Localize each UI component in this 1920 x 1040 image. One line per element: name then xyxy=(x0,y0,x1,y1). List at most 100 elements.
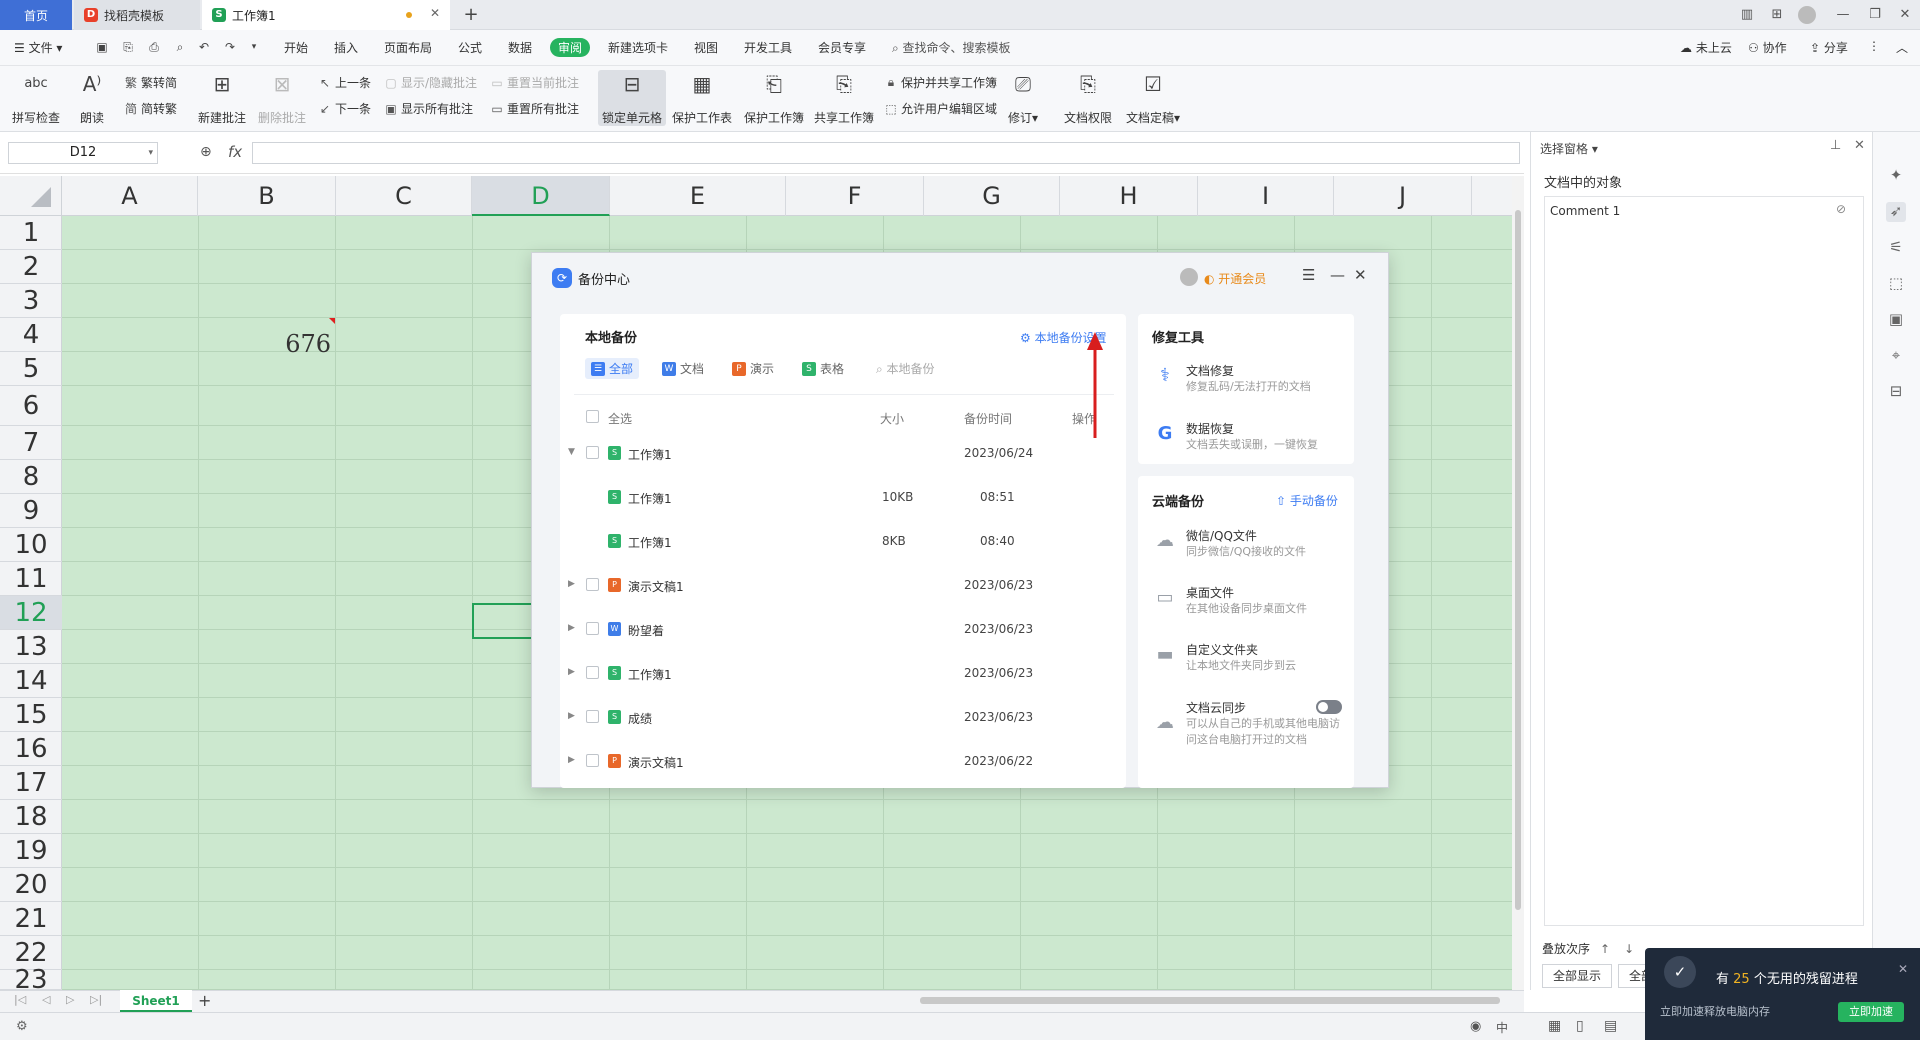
row-header-4[interactable]: 4 xyxy=(0,318,62,352)
menu-data[interactable]: 数据 xyxy=(508,39,532,56)
share-workbook-button[interactable]: ⎘ 共享工作簿 xyxy=(814,70,874,126)
row-header-18[interactable]: 18 xyxy=(0,800,62,834)
menu-insert[interactable]: 插入 xyxy=(334,39,358,56)
spell-check-button[interactable]: abc 拼写检查 xyxy=(12,70,60,126)
lock-cell-button[interactable]: ⊟ 锁定单元格 xyxy=(598,70,667,126)
tab-template[interactable]: D 找稻壳模板 xyxy=(74,0,200,30)
column-header-b[interactable]: B xyxy=(198,176,336,216)
row-checkbox[interactable] xyxy=(586,578,599,591)
filter-sheet[interactable]: S 表格 xyxy=(796,358,850,379)
row-header-20[interactable]: 20 xyxy=(0,868,62,902)
row-checkbox[interactable] xyxy=(586,710,599,723)
menu-new-tab[interactable]: 新建选项卡 xyxy=(608,39,668,56)
magic-icon[interactable]: ✦ xyxy=(1886,166,1906,186)
name-box[interactable]: D12 ▾ xyxy=(8,142,158,164)
dialog-close-icon[interactable]: ✕ xyxy=(1354,266,1367,284)
local-backup-search[interactable]: ⌕ 本地备份 xyxy=(876,360,935,377)
picture-icon[interactable]: ▣ xyxy=(1886,310,1906,330)
cloud-sync-toggle[interactable] xyxy=(1316,700,1342,714)
menu-formula[interactable]: 公式 xyxy=(458,39,482,56)
revise-button[interactable]: ⎚ 修订▾ xyxy=(1008,70,1038,126)
row-header-17[interactable]: 17 xyxy=(0,766,62,800)
dialog-avatar[interactable] xyxy=(1180,268,1198,286)
allow-edit-range-button[interactable]: ⬚ 允许用户编辑区域 xyxy=(884,100,997,117)
doc-cloud-sync-item[interactable]: 文档云同步 xyxy=(1186,699,1246,716)
dialog-minimize-icon[interactable]: — xyxy=(1330,266,1345,284)
backup-file-row[interactable]: S 工作簿1 8KB 08:40 xyxy=(560,520,1126,564)
restore-icon[interactable]: ❐ xyxy=(1864,5,1886,25)
filter-ppt[interactable]: P 演示 xyxy=(726,358,780,379)
expand-arrow-icon[interactable]: ▶ xyxy=(568,579,575,589)
backup-file-row[interactable]: ▶ W 盼望着 2023/06/23 xyxy=(560,608,1126,652)
macro-icon[interactable]: ⚙ xyxy=(16,1019,28,1034)
column-header-d[interactable]: D xyxy=(472,176,610,216)
undo-icon[interactable]: ↶ xyxy=(196,39,212,55)
location-icon[interactable]: ⌖ xyxy=(1886,346,1906,366)
vertical-scroll-thumb[interactable] xyxy=(1515,210,1521,910)
wechat-qq-item[interactable]: 微信/QQ文件 xyxy=(1186,527,1257,544)
zoom-search-icon[interactable]: ⊕ xyxy=(200,144,212,160)
manual-backup-button[interactable]: ⇧ 手动备份 xyxy=(1276,492,1338,509)
protect-workbook-button[interactable]: ⎗ 保护工作簿 xyxy=(744,70,804,126)
close-tab-icon[interactable]: ✕ xyxy=(430,6,440,20)
show-all-button[interactable]: 全部显示 xyxy=(1542,964,1612,988)
save-icon[interactable]: ▣ xyxy=(94,39,110,55)
column-header-g[interactable]: G xyxy=(924,176,1060,216)
horizontal-scroll-thumb[interactable] xyxy=(920,997,1500,1004)
pin-icon[interactable]: ⊥ xyxy=(1830,138,1841,153)
page-layout-view-icon[interactable]: ▯ xyxy=(1576,1018,1584,1034)
backup-file-row[interactable]: S 工作簿1 10KB 08:51 xyxy=(560,476,1126,520)
close-window-icon[interactable]: ✕ xyxy=(1894,5,1916,25)
doc-final-button[interactable]: ☑ 文档定稿▾ xyxy=(1126,70,1180,126)
reset-current-comment-button[interactable]: ▭ 重置当前批注 xyxy=(490,74,579,91)
object-item-comment[interactable]: Comment 1 xyxy=(1550,204,1620,218)
command-search[interactable]: ⌕ 查找命令、搜索模板 xyxy=(892,39,1011,56)
column-header-j[interactable]: J xyxy=(1334,176,1472,216)
tab-workbook[interactable]: S 工作簿1 ✕ xyxy=(202,0,450,30)
custom-folder-item[interactable]: 自定义文件夹 xyxy=(1186,641,1258,658)
row-header-11[interactable]: 11 xyxy=(0,562,62,596)
row-header-9[interactable]: 9 xyxy=(0,494,62,528)
row-header-16[interactable]: 16 xyxy=(0,732,62,766)
collapse-arrow-icon[interactable]: ▼ xyxy=(568,447,575,457)
protect-sheet-button[interactable]: ▦ 保护工作表 xyxy=(672,70,732,126)
visibility-toggle-icon[interactable]: ⊘ xyxy=(1836,202,1846,216)
row-header-14[interactable]: 14 xyxy=(0,664,62,698)
print-preview-icon[interactable]: ⌕ xyxy=(172,39,188,55)
export-pdf-icon[interactable]: ⎘ xyxy=(120,39,136,55)
page-break-view-icon[interactable]: ▤ xyxy=(1604,1018,1617,1034)
doc-repair-item[interactable]: 文档修复 xyxy=(1186,362,1234,379)
select-all-corner[interactable] xyxy=(0,176,62,216)
filter-all[interactable]: ☰ 全部 xyxy=(585,358,640,379)
next-comment-button[interactable]: ↙ 下一条 xyxy=(318,100,371,117)
row-header-8[interactable]: 8 xyxy=(0,460,62,494)
menu-review[interactable]: 审阅 xyxy=(550,38,591,57)
row-checkbox[interactable] xyxy=(586,666,599,679)
protect-share-workbook-button[interactable]: 🔒︎ 保护并共享工作簿 xyxy=(884,74,997,91)
row-header-1[interactable]: 1 xyxy=(0,216,62,250)
row-checkbox[interactable] xyxy=(586,622,599,635)
doc-permission-button[interactable]: ⎘ 文档权限 xyxy=(1064,70,1112,126)
normal-view-icon[interactable]: ▦ xyxy=(1548,1018,1561,1034)
desktop-files-item[interactable]: 桌面文件 xyxy=(1186,584,1234,601)
row-header-7[interactable]: 7 xyxy=(0,426,62,460)
name-box-chevron-icon[interactable]: ▾ xyxy=(148,143,153,163)
adjust-icon[interactable]: ⚟ xyxy=(1886,238,1906,258)
menu-member[interactable]: 会员专享 xyxy=(818,39,866,56)
menu-start[interactable]: 开始 xyxy=(284,39,308,56)
column-header-h[interactable]: H xyxy=(1060,176,1198,216)
layout-icon[interactable]: ▥ xyxy=(1736,5,1758,25)
menu-developer[interactable]: 开发工具 xyxy=(744,39,792,56)
apps-grid-icon[interactable]: ⊞ xyxy=(1766,5,1788,25)
book-icon[interactable]: ⊟ xyxy=(1886,382,1906,402)
avatar[interactable] xyxy=(1798,6,1816,24)
minimize-icon[interactable]: — xyxy=(1832,5,1854,25)
data-recovery-item[interactable]: 数据恢复 xyxy=(1186,420,1234,437)
selection-pane-title[interactable]: 选择窗格 ▾ xyxy=(1540,140,1598,157)
next-sheet-icon[interactable]: ▷ xyxy=(66,993,74,1006)
column-header-e[interactable]: E xyxy=(610,176,786,216)
backup-file-row[interactable]: ▶ P 演示文稿1 2023/06/23 xyxy=(560,564,1126,608)
row-header-10[interactable]: 10 xyxy=(0,528,62,562)
collab-button[interactable]: ⚇ 协作 xyxy=(1748,39,1787,56)
row-header-12[interactable]: 12 xyxy=(0,596,62,630)
